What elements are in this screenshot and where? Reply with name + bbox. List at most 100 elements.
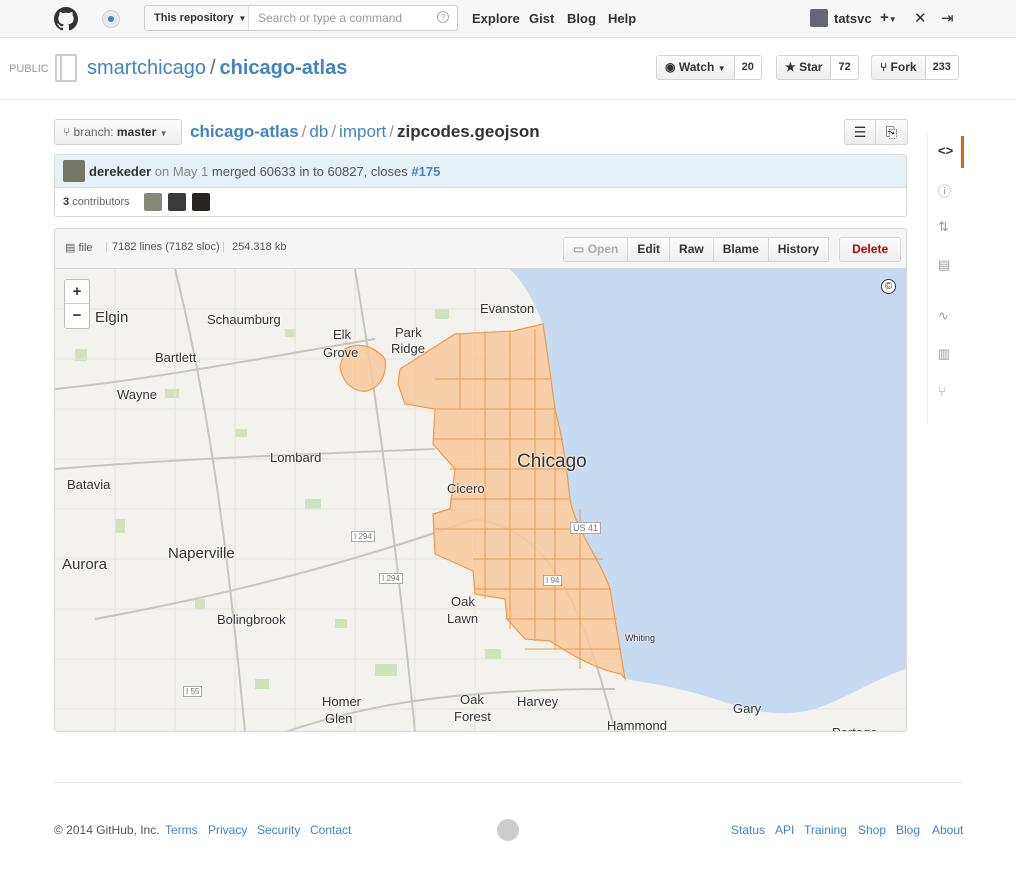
author-avatar[interactable] xyxy=(63,160,85,182)
repo-owner-link[interactable]: smartchicago xyxy=(87,57,206,79)
search-input[interactable] xyxy=(250,6,430,30)
file-size: 254.318 kb xyxy=(232,241,287,253)
clipboard-icon[interactable]: ⎘ xyxy=(876,119,908,145)
sign-out-icon[interactable]: ⇥ xyxy=(941,9,954,27)
footer-copyright: © 2014 GitHub, Inc. xyxy=(54,823,160,837)
blame-button[interactable]: Blame xyxy=(713,237,769,262)
network-icon[interactable]: ⑂ xyxy=(938,384,946,399)
pulse-icon[interactable]: ∿ xyxy=(938,308,949,324)
star-count[interactable]: 72 xyxy=(831,55,859,80)
geojson-map[interactable]: + − © Elgin Schaumburg Evanston Elk Grove Par… xyxy=(55,269,906,732)
footer-link-api[interactable]: API xyxy=(775,823,794,837)
caret-down-icon: ▼ xyxy=(159,129,168,138)
nav-gist[interactable]: Gist xyxy=(529,11,554,26)
github-logo-icon[interactable] xyxy=(54,7,78,31)
place-label: Portage xyxy=(832,725,878,731)
search-scope-dropdown[interactable]: This repository ▼ xyxy=(145,6,249,30)
breadcrumb-filename: zipcodes.geojson xyxy=(397,122,540,141)
repo-name-link[interactable]: chicago-atlas xyxy=(220,57,348,79)
star-icon: ★ xyxy=(785,60,796,74)
breadcrumb-root-link[interactable]: chicago-atlas xyxy=(190,122,299,141)
visibility-label: PUBLIC xyxy=(9,63,49,75)
contributor-avatar[interactable] xyxy=(192,193,210,211)
list-view-icon[interactable]: ☰ xyxy=(844,119,876,145)
star-button[interactable]: ★ Star xyxy=(776,55,832,80)
nav-help[interactable]: Help xyxy=(608,11,636,26)
fork-label: Fork xyxy=(890,60,917,74)
username: tatsvc xyxy=(834,11,872,26)
footer-link-shop[interactable]: Shop xyxy=(858,823,886,837)
code-icon[interactable]: <> xyxy=(938,143,953,158)
fork-count[interactable]: 233 xyxy=(925,55,959,80)
file-info: ▤ file xyxy=(65,241,93,254)
watch-group: ◉ Watch ▼ 20 xyxy=(656,55,762,80)
footer-link-privacy[interactable]: Privacy xyxy=(208,823,247,837)
file-meta-bar: ▤ file | 7182 lines (7182 sloc) | 254.31… xyxy=(55,229,906,269)
contributors-label[interactable]: contributors xyxy=(72,196,129,208)
graphs-icon[interactable]: ▥ xyxy=(938,346,950,362)
commit-info-box: derekeder on May 1 merged 60633 in to 60… xyxy=(54,154,907,217)
map-canvas[interactable] xyxy=(55,269,906,732)
zoom-out-button[interactable]: − xyxy=(65,304,89,328)
place-label: Elk xyxy=(333,327,352,342)
user-menu[interactable]: tatsvc xyxy=(810,9,872,27)
breadcrumb: chicago-atlas / db / import / zipcodes.geojson xyxy=(190,122,540,142)
commit-message[interactable]: merged 60633 in to 60827, closes xyxy=(212,164,408,179)
latest-commit: derekeder on May 1 merged 60633 in to 60… xyxy=(55,155,906,188)
meta-divider: | xyxy=(105,241,108,253)
footer-link-about[interactable]: About xyxy=(932,823,963,837)
wiki-icon[interactable]: ▤ xyxy=(938,257,950,273)
footer-link-status[interactable]: Status xyxy=(731,823,765,837)
notification-indicator-icon[interactable] xyxy=(102,10,120,28)
commit-author[interactable]: derekeder xyxy=(89,164,151,179)
view-buttons: ☰ ⎘ xyxy=(844,119,908,145)
zoom-in-button[interactable]: + xyxy=(65,280,89,304)
highway-label: I 94 xyxy=(543,575,563,586)
nav-explore[interactable]: Explore xyxy=(472,11,520,26)
footer-link-training[interactable]: Training xyxy=(804,823,847,837)
footer-link-contact[interactable]: Contact xyxy=(310,823,351,837)
file-navigation: ⑂ branch: master ▼ chicago-atlas / db / impo… xyxy=(54,119,908,147)
branch-selector[interactable]: ⑂ branch: master ▼ xyxy=(54,119,182,145)
meta-divider: | xyxy=(222,241,225,253)
footer-link-blog[interactable]: Blog xyxy=(896,823,920,837)
edit-button[interactable]: Edit xyxy=(628,237,671,262)
breadcrumb-import-link[interactable]: import xyxy=(339,122,386,141)
file-frame: ▤ file | 7182 lines (7182 sloc) | 254.31… xyxy=(54,228,907,732)
contributor-avatar[interactable] xyxy=(168,193,186,211)
github-mark-icon[interactable] xyxy=(497,819,519,841)
help-icon[interactable]: ? xyxy=(437,11,449,23)
file-lines: 7182 lines (7182 sloc) xyxy=(112,241,220,253)
branch-name: master xyxy=(116,125,157,139)
create-new-icon[interactable]: +▼ xyxy=(880,9,897,26)
delete-button[interactable]: Delete xyxy=(839,237,902,262)
pull-request-icon[interactable]: ⇅ xyxy=(938,219,949,235)
repo-header: PUBLIC smartchicago / chicago-atlas ◉ Watc… xyxy=(0,38,1016,100)
place-label: Oak xyxy=(460,692,484,707)
breadcrumb-db-link[interactable]: db xyxy=(309,122,328,141)
nav-blog[interactable]: Blog xyxy=(567,11,596,26)
file-actions: ▭ Open Edit Raw Blame History Delete xyxy=(563,237,902,262)
settings-tools-icon[interactable]: ✕ xyxy=(914,9,927,27)
contributor-avatar[interactable] xyxy=(144,193,162,211)
watch-count[interactable]: 20 xyxy=(734,55,762,80)
place-label: Cicero xyxy=(447,481,485,496)
commit-date: on May 1 xyxy=(154,164,209,179)
open-button[interactable]: ▭ Open xyxy=(563,237,629,262)
fork-button[interactable]: ⑂ Fork xyxy=(871,55,926,80)
history-button[interactable]: History xyxy=(768,237,830,262)
site-header: This repository ▼ ? Explore Gist Blog He… xyxy=(0,0,1016,38)
star-group: ★ Star 72 xyxy=(776,55,859,80)
raw-button[interactable]: Raw xyxy=(670,237,714,262)
issues-icon[interactable]: ⓘ xyxy=(938,181,951,200)
footer-link-terms[interactable]: Terms xyxy=(165,823,198,837)
footer-link-security[interactable]: Security xyxy=(257,823,300,837)
place-label: Naperville xyxy=(168,545,235,562)
watch-button[interactable]: ◉ Watch ▼ xyxy=(656,55,735,80)
breadcrumb-separator: / xyxy=(331,122,337,141)
highway-label: I 294 xyxy=(351,531,375,542)
commit-issue-link[interactable]: #175 xyxy=(411,164,440,179)
map-attribution-icon[interactable]: © xyxy=(881,279,896,294)
place-label: Bartlett xyxy=(155,350,197,365)
file-icon: ▤ xyxy=(65,242,76,254)
